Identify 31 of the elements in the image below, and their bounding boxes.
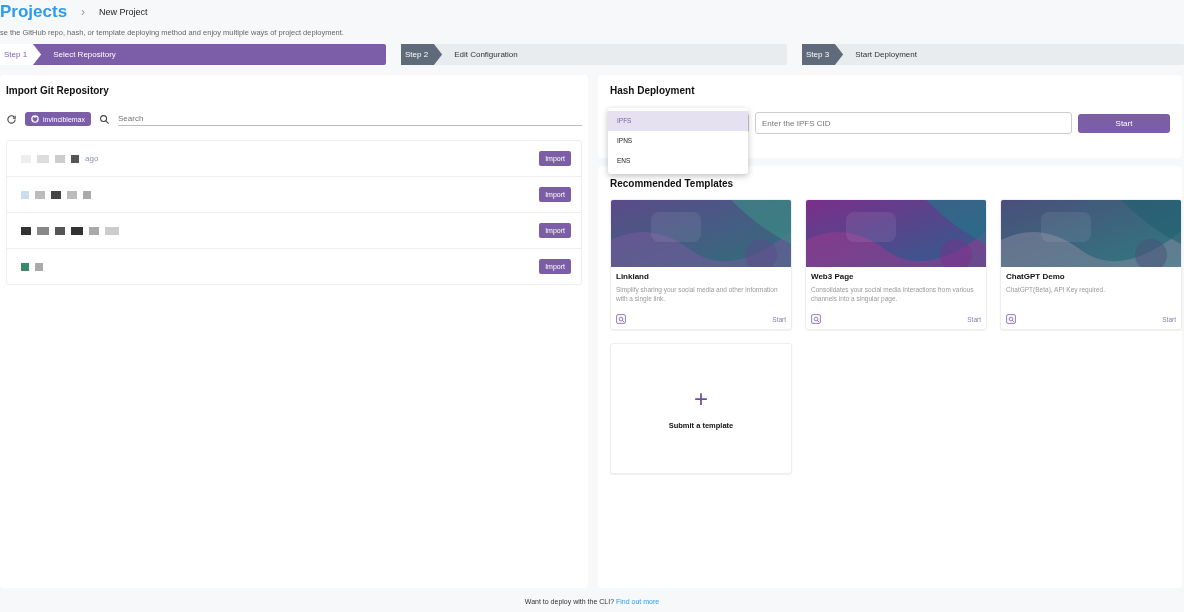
step-tab[interactable]: Step 3 Start Deployment <box>802 44 1184 65</box>
step-number: Step 2 <box>401 44 443 65</box>
preview-icon[interactable] <box>811 314 821 324</box>
redacted-name-drawing <box>21 190 91 199</box>
step-tab[interactable]: Step 1 Select Repository <box>0 44 386 65</box>
redacted-name-drawing <box>21 154 79 163</box>
page-title: New Project <box>99 7 148 17</box>
panel-title: Import Git Repository <box>6 85 110 96</box>
panel-title: Hash Deployment <box>610 85 696 96</box>
preview-icon[interactable] <box>616 314 626 324</box>
search-icon <box>99 113 111 125</box>
step-title: Start Deployment <box>855 50 917 59</box>
repo-time: ago <box>85 154 99 163</box>
start-button[interactable]: Start <box>1078 113 1170 133</box>
template-name: Web3 Page <box>811 272 855 281</box>
template-name: ChatGPT Demo <box>1006 272 1066 281</box>
step-title: Select Repository <box>53 50 116 59</box>
step-title: Edit Configuration <box>454 50 518 59</box>
cid-input-field[interactable]: Enter the IPFS CID <box>755 112 1072 134</box>
breadcrumb-separator: › <box>81 5 86 19</box>
redacted-name-drawing <box>21 262 43 271</box>
search-field[interactable]: Search <box>118 112 582 126</box>
section-title: Recommended Templates <box>610 178 735 189</box>
preview-icon[interactable] <box>1006 314 1016 324</box>
template-name: Linkland <box>616 272 650 281</box>
step-number: Step 1 <box>0 44 42 65</box>
step-number: Step 3 <box>802 44 844 65</box>
step-tab[interactable]: Step 2 Edit Configuration <box>401 44 787 65</box>
refresh-icon[interactable] <box>6 113 17 125</box>
breadcrumb-link[interactable]: Projects <box>0 2 68 22</box>
plus-icon: + <box>694 387 708 411</box>
